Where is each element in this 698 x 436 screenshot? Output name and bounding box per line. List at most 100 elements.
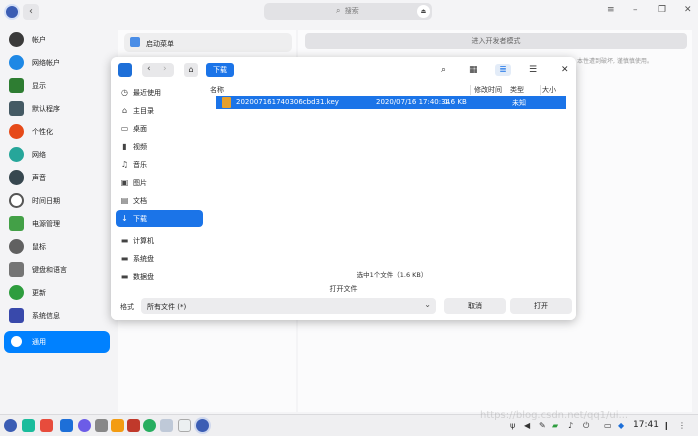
picture-icon: ▣ (120, 178, 129, 187)
sidebar-item-power[interactable]: 电源管理 (4, 213, 110, 235)
app-store-icon[interactable] (40, 419, 53, 432)
battery-icon (9, 216, 24, 231)
home-icon[interactable]: ⌂ (184, 63, 198, 77)
file-manager-icon[interactable] (60, 419, 73, 432)
column-header-name[interactable]: 名称 (210, 85, 224, 95)
file-list: 名称 修改时间 大小 20200716174030​6cbd31.key 202… (208, 83, 576, 281)
cancel-button[interactable]: 取消 (444, 298, 506, 314)
pen-icon[interactable]: ✎ (539, 421, 546, 430)
sidebar-item-display[interactable]: 显示 (4, 75, 110, 97)
show-desktop-icon[interactable]: ❙ (663, 421, 670, 430)
sidebar-item-label: 计算机 (133, 237, 154, 245)
sidebar-item-desktop[interactable]: ▭ 桌面 (116, 120, 203, 137)
sidebar-item-keyboard[interactable]: 键盘和语言 (4, 259, 110, 281)
startup-menu-item[interactable]: 启动菜单 (124, 33, 292, 52)
settings-icon[interactable] (196, 419, 209, 432)
computer-icon: ▬ (120, 236, 129, 245)
table-row[interactable]: 20200716174030​6cbd31.key 2020/07/16 17:… (216, 96, 566, 109)
search-icon[interactable]: ⌕ (441, 64, 446, 76)
sidebar-item-network[interactable]: 网络 (4, 144, 110, 166)
sidebar-item-pictures[interactable]: ▣ 图片 (116, 174, 203, 191)
multitask-icon[interactable] (22, 419, 35, 432)
sidebar-item-datetime[interactable]: 时间日期 (4, 190, 110, 212)
dialog-title: 打开文件 (329, 285, 358, 293)
dialog-toolbar: ‹ › ⌂ 下载 ⌕ ▦ ≣ ☰ ✕ (111, 57, 576, 83)
keyboard-layout-icon[interactable]: ▭ (604, 421, 612, 430)
startup-menu-label: 启动菜单 (146, 40, 174, 48)
terminal-icon[interactable] (95, 419, 108, 432)
sidebar-item-general[interactable]: 通用 (4, 331, 110, 353)
text-editor-icon[interactable] (160, 419, 173, 432)
list-view-icon[interactable]: ≣ (495, 64, 511, 76)
sidebar-item-label: 图片 (133, 179, 147, 187)
column-header-modified[interactable]: 修改时间 (474, 85, 502, 95)
chat-icon[interactable] (143, 419, 156, 432)
file-type: 未知 (512, 99, 526, 107)
sidebar-item-personalization[interactable]: 个性化 (4, 121, 110, 143)
chevron-down-icon: ⌄ (424, 300, 431, 309)
sidebar-item-label: 最近使用 (133, 89, 161, 97)
developer-mode-button[interactable]: 进入开发者模式 (305, 33, 687, 49)
nav-back-icon[interactable]: ‹ (147, 64, 151, 74)
sidebar-item-home[interactable]: ⌂ 主目录 (116, 102, 203, 119)
sidebar-item-mouse[interactable]: 鼠标 (4, 236, 110, 258)
sidebar-item-system-disk[interactable]: ▬ 系统盘 (116, 250, 203, 267)
menu-button[interactable]: ≡ (607, 5, 615, 15)
sidebar-item-system-info[interactable]: 系统信息 (4, 305, 110, 327)
calendar-icon[interactable] (178, 419, 191, 432)
watermark: https://blog.csdn.net/qq1/ui... (480, 410, 629, 421)
mail-icon[interactable] (111, 419, 124, 432)
sidebar-item-label: 主目录 (133, 107, 154, 115)
music-player-icon[interactable] (127, 419, 140, 432)
power-icon[interactable]: ⏻ (583, 421, 589, 431)
sidebar-item-downloads[interactable]: ↓ 下载 (116, 210, 203, 227)
sidebar-item-documents[interactable]: ▤ 文档 (116, 192, 203, 209)
sidebar-item-computer[interactable]: ▬ 计算机 (116, 232, 203, 249)
nav-forward-icon[interactable]: › (163, 64, 167, 74)
notification-icon[interactable]: ♪ (568, 421, 573, 430)
open-file-dialog: ‹ › ⌂ 下载 ⌕ ▦ ≣ ☰ ✕ ◷ 最近使用 ⌂ 主目录 ▭ 桌面 ▮ 视频 ♫ 音… (111, 57, 576, 320)
back-button[interactable]: ‹ (23, 4, 39, 20)
close-icon[interactable]: ✕ (561, 64, 569, 76)
sidebar-item-label: 桌面 (133, 125, 147, 133)
breadcrumb[interactable]: 下载 (206, 63, 234, 77)
cloud-icon (9, 55, 24, 70)
open-button[interactable]: 打开 (510, 298, 572, 314)
title-bar: ‹ ⌕ 搜索 ⏏ ≡ – ❐ ✕ (0, 0, 698, 24)
sidebar-item-music[interactable]: ♫ 音乐 (116, 156, 203, 173)
file-manager-icon (118, 63, 132, 77)
maximize-button[interactable]: ❐ (658, 5, 666, 15)
sidebar-item-recent[interactable]: ◷ 最近使用 (116, 84, 203, 101)
options-icon[interactable]: ☰ (529, 64, 537, 76)
sidebar-item-cloud-account[interactable]: 网络帐户 (4, 52, 110, 74)
sidebar-item-accounts[interactable]: 帐户 (4, 29, 110, 51)
warning-text: 本性遭到破坏, 谨慎慎使用。 (577, 58, 653, 65)
volume-icon[interactable]: ◀ (524, 421, 530, 430)
weather-icon[interactable]: ◆ (618, 421, 624, 430)
update-icon (9, 285, 24, 300)
sidebar-item-update[interactable]: 更新 (4, 282, 110, 304)
browser-icon[interactable] (78, 419, 91, 432)
minimize-button[interactable]: – (633, 5, 638, 15)
sidebar-item-label: 下载 (133, 215, 147, 223)
sidebar-item-sound[interactable]: 声音 (4, 167, 110, 189)
account-icon (9, 32, 24, 47)
usb-icon[interactable]: ψ (510, 421, 515, 430)
column-header-type[interactable]: 类型 (510, 85, 524, 95)
file-icon (222, 97, 231, 108)
column-divider (540, 85, 541, 95)
close-button[interactable]: ✕ (684, 5, 692, 15)
column-header-size[interactable]: 大小 (542, 85, 556, 95)
sidebar-item-videos[interactable]: ▮ 视频 (116, 138, 203, 155)
search-input[interactable]: ⌕ 搜索 ⏏ (264, 3, 432, 20)
launcher-icon[interactable] (4, 419, 17, 432)
sidebar-item-default-apps[interactable]: 默认程序 (4, 98, 110, 120)
clock[interactable]: 17:41 (633, 420, 659, 430)
more-icon[interactable]: ⋮ (678, 421, 686, 430)
voice-icon[interactable]: ⏏ (417, 5, 430, 18)
filetype-select[interactable]: 所有文件 (*) ⌄ (141, 298, 436, 314)
sidebar-item-label: 网络 (32, 151, 46, 159)
video-icon: ▮ (122, 142, 127, 151)
battery-icon[interactable]: ▰ (552, 421, 558, 430)
grid-view-icon[interactable]: ▦ (469, 64, 478, 76)
